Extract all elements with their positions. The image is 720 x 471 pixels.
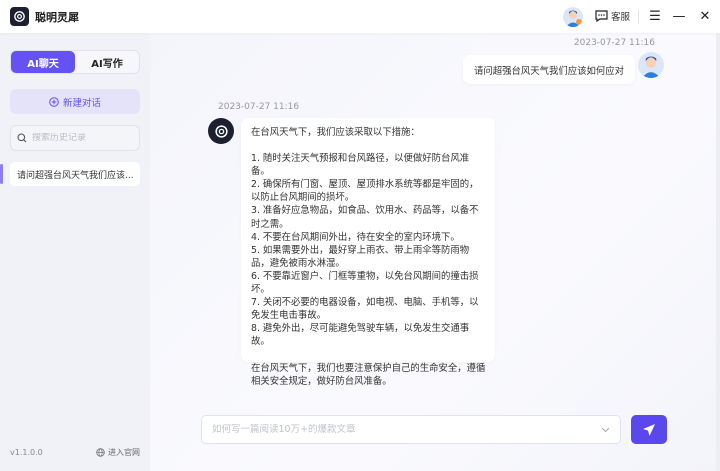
send-icon [643,423,655,436]
ai-list-item: 8. 避免外出，尽可能避免驾驶车辆，以免发生交通事故。 [251,323,470,348]
ai-list-item: 6. 不要靠近窗户、门框等重物，以免台风期间的撞击损坏。 [251,270,479,296]
ai-message-time: 2023-07-27 11:16 [218,102,300,112]
ai-list-item: 3. 准备好应急物品，如食品、饮用水、药品等，以备不时之需。 [251,205,479,230]
user-message-time: 2023-07-27 11:16 [573,38,655,48]
ai-avatar [208,118,234,144]
close-icon[interactable]: ✕ [697,8,713,24]
chat-area: 2023-07-27 11:16 请问超强台风天气我们应该如何应对 2023-0… [150,33,720,471]
divider [638,10,639,24]
history-item[interactable]: 请问超强台风天气我们应该... [10,162,140,186]
active-indicator [0,164,3,184]
app-logo-icon [10,7,29,26]
menu-icon[interactable]: ☰ [647,8,663,24]
new-chat-button[interactable]: 新建对话 [10,89,140,114]
search-icon [17,133,27,143]
ai-list-item: 1. 随时关注天气预报和台风路径，以便做好防台风准备。 [251,153,470,178]
customer-service-button[interactable]: 客服 [595,9,630,23]
website-link[interactable]: 进入官网 [96,447,140,458]
user-message: 请问超强台风天气我们应该如何应对 [463,55,636,84]
history-search [10,125,140,151]
search-input[interactable] [32,133,132,143]
scrollbar[interactable] [716,33,720,471]
customer-service-label: 客服 [611,12,631,23]
ai-list-item: 7. 关闭不必要的电器设备，如电视、电脑、手机等，以免发生电击事故。 [251,297,479,322]
ai-intro: 在台风天气下，我们应该采取以下措施： [251,127,420,138]
prompt-input[interactable] [212,424,601,435]
ai-outro: 在台风天气下，我们也要注意保护自己的生命安全，遵循相关安全规定，做好防台风准备。 [251,362,486,387]
new-chat-label: 新建对话 [62,97,101,109]
globe-icon [96,448,105,457]
minimize-icon[interactable]: — [671,8,687,24]
send-button[interactable] [631,415,667,444]
ai-list-item: 2. 确保所有门窗、屋顶、屋顶排水系统等都是牢固的，以防止台风期间的损坏。 [251,179,479,204]
user-avatar[interactable] [563,7,583,27]
plus-circle-icon [49,96,59,107]
chevron-down-icon[interactable] [601,427,610,433]
ai-message: 在台风天气下，我们应该采取以下措施： 1. 随时关注天气预报和台风路径，以便做好… [241,118,495,387]
tab-ai-writing[interactable]: AI写作 [75,51,139,73]
sidebar: AI聊天 AI写作 新建对话 请问超强台风天气我们应该... v1.1.0.0 … [0,33,150,471]
app-title: 聪明灵犀 [35,11,79,24]
tab-ai-chat[interactable]: AI聊天 [11,51,75,73]
user-message-avatar [638,52,664,78]
prompt-input-box [201,415,621,444]
version-label: v1.1.0.0 [10,448,43,457]
ai-list-item: 5. 如果需要外出，最好穿上雨衣、带上雨伞等防雨物品，避免被雨水淋湿。 [251,244,470,269]
mode-tabs: AI聊天 AI写作 [10,50,140,74]
website-label: 进入官网 [108,448,140,457]
ai-list-item: 4. 不要在台风期间外出，待在安全的室内环境下。 [251,231,460,243]
title-bar: 聪明灵犀 客服 ☰ — ✕ [0,0,720,33]
chat-bubble-icon [595,10,608,22]
